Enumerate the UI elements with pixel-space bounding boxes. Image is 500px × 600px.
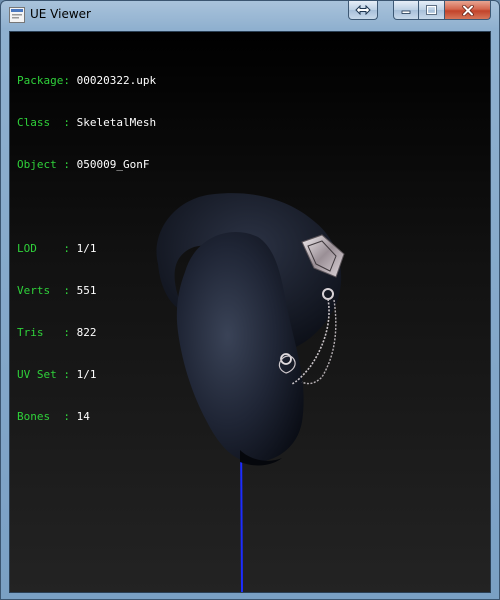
package-value: 00020322.upk [76, 74, 157, 87]
object-value: 050009_GonF [76, 158, 150, 171]
info-row-verts: Verts : 551 [17, 284, 156, 298]
3d-viewport[interactable]: Package: 00020322.upk Class : SkeletalMe… [9, 31, 491, 593]
verts-label: Verts : [17, 284, 70, 297]
tris-label: Tris : [17, 326, 70, 339]
swap-icon [355, 5, 371, 15]
close-icon [461, 4, 474, 16]
maximize-icon [426, 5, 437, 15]
info-row-bones: Bones : 14 [17, 410, 156, 424]
app-window: UE Viewer Package: 00020322.upk Class: … [0, 0, 500, 600]
minimize-button[interactable] [393, 1, 419, 20]
package-label: Package: [17, 74, 70, 87]
info-row-tris: Tris : 822 [17, 326, 156, 340]
class-label: Class : [17, 116, 70, 129]
class-value: SkeletalMesh [76, 116, 157, 129]
lod-label: LOD : [17, 242, 70, 255]
bones-label: Bones : [17, 410, 70, 423]
info-row-class: Class : SkeletalMesh [17, 116, 156, 130]
uvset-label: UV Set : [17, 368, 70, 381]
minimize-icon [401, 10, 411, 14]
window-title: UE Viewer [30, 7, 91, 21]
mesh-info-panel: Package: 00020322.upk Class : SkeletalMe… [17, 46, 156, 452]
title-bar[interactable]: UE Viewer [1, 1, 499, 29]
ue-viewer-app-icon [9, 7, 25, 23]
info-row-uvset: UV Set : 1/1 [17, 368, 156, 382]
info-row-object: Object : 050009_GonF [17, 158, 156, 172]
bones-value: 14 [76, 410, 90, 423]
close-button[interactable] [445, 1, 491, 20]
lod-value: 1/1 [76, 242, 97, 255]
object-label: Object : [17, 158, 70, 171]
uvset-value: 1/1 [76, 368, 97, 381]
verts-value: 551 [76, 284, 97, 297]
info-row-lod: LOD : 1/1 [17, 242, 156, 256]
info-row-package: Package: 00020322.upk [17, 74, 156, 88]
swap-button[interactable] [348, 1, 378, 20]
tris-value: 822 [76, 326, 97, 339]
maximize-button[interactable] [419, 1, 445, 20]
